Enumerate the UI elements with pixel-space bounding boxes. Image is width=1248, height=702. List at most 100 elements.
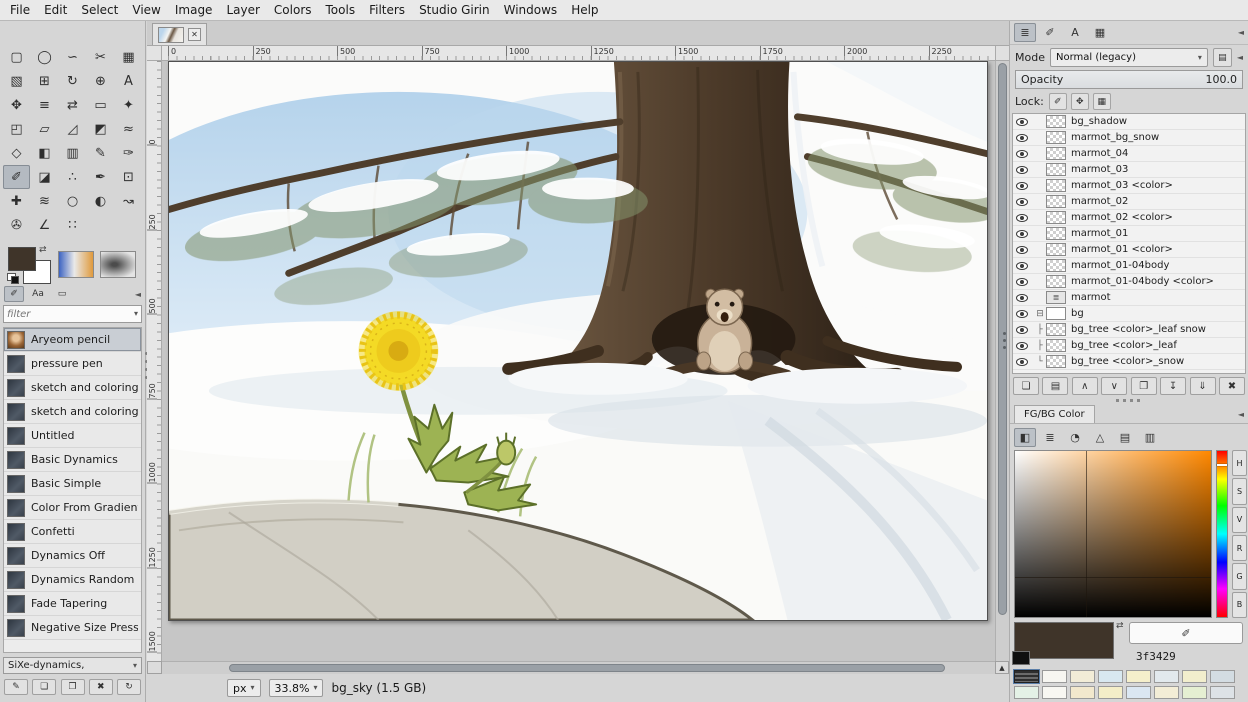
layer-row[interactable]: marmot_bg_snow (1013, 130, 1245, 146)
tool-button[interactable]: ≋ (31, 189, 58, 213)
visibility-toggle-icon[interactable] (1016, 150, 1028, 158)
tool-button[interactable]: ✑ (115, 141, 142, 165)
dock-tab[interactable]: ≣ (1014, 23, 1036, 42)
menu-item[interactable]: Filters (362, 0, 412, 20)
hex-color-input[interactable]: 3f3429 (1136, 650, 1176, 663)
chevron-down-icon[interactable]: ▾ (134, 310, 138, 318)
layer-thumbnail[interactable] (1046, 195, 1066, 208)
lock-button[interactable]: ✐ (1049, 93, 1067, 110)
menu-item[interactable]: Image (168, 0, 220, 20)
layer-row[interactable]: marmot_03 (1013, 162, 1245, 178)
layer-action-button[interactable]: ✖ (1219, 377, 1245, 395)
dynamics-action-button[interactable]: ✖ (89, 679, 113, 695)
channel-button[interactable]: B (1232, 592, 1247, 618)
tool-button[interactable]: ◩ (87, 117, 114, 141)
layer-thumbnail[interactable] (1046, 115, 1066, 128)
visibility-toggle-icon[interactable] (1016, 198, 1028, 206)
palette-swatch[interactable] (1070, 670, 1095, 683)
swap-colors-icon[interactable]: ⇄ (1116, 621, 1124, 631)
layer-thumbnail[interactable] (1046, 275, 1066, 288)
color-selector-tab[interactable]: ▥ (1139, 428, 1161, 447)
zoom-select[interactable]: 33.8% ▾ (269, 679, 324, 697)
tool-button[interactable]: ◪ (31, 165, 58, 189)
layer-tree-prefix[interactable]: └ (1034, 357, 1046, 367)
layer-row[interactable]: ├ bg_tree <color>_leaf snow (1013, 322, 1245, 338)
layer-row[interactable]: marmot_04 (1013, 146, 1245, 162)
layer-row[interactable]: ├ bg_tree <color>_leaf (1013, 338, 1245, 354)
color-selector-tab[interactable]: ≣ (1039, 428, 1061, 447)
palette-swatch[interactable] (1014, 670, 1039, 683)
tool-button[interactable]: ≡ (31, 93, 58, 117)
dock-tab[interactable]: ▭ (52, 286, 72, 302)
tool-button[interactable]: ▥ (59, 141, 86, 165)
dock-tab[interactable]: Aa (28, 286, 48, 302)
channel-button[interactable]: S (1232, 478, 1247, 504)
layer-action-button[interactable]: ↧ (1160, 377, 1186, 395)
filter-input[interactable] (7, 309, 134, 320)
layer-action-button[interactable]: ▤ (1042, 377, 1068, 395)
vertical-scrollbar-thumb[interactable] (998, 63, 1007, 615)
tool-button[interactable]: ∴ (59, 165, 86, 189)
quick-mask-toggle[interactable] (147, 661, 162, 674)
layer-action-button[interactable]: ∨ (1101, 377, 1127, 395)
horizontal-ruler[interactable]: 02505007501000125015001750200022502500 (162, 46, 1009, 61)
dynamics-list-item[interactable]: Untitled (4, 424, 141, 448)
palette-swatch[interactable] (1070, 686, 1095, 699)
secondary-color-swatch[interactable] (1012, 651, 1030, 665)
visibility-toggle-icon[interactable] (1016, 214, 1028, 222)
layer-row[interactable]: marmot_02 <color> (1013, 210, 1245, 226)
canvas-artwork[interactable] (168, 61, 988, 621)
tool-button[interactable]: ∽ (59, 45, 86, 69)
menu-item[interactable]: View (125, 0, 167, 20)
layer-thumbnail[interactable] (1046, 307, 1066, 320)
color-selector-tab[interactable]: △ (1089, 428, 1111, 447)
image-tab[interactable]: ✕ (152, 23, 207, 45)
tool-button[interactable]: ↝ (115, 189, 142, 213)
horizontal-scrollbar[interactable] (162, 661, 995, 674)
menu-item[interactable]: Edit (37, 0, 74, 20)
layer-tree-prefix[interactable]: ├ (1034, 341, 1046, 351)
color-selector-tab[interactable]: ▤ (1114, 428, 1136, 447)
dynamics-list-item[interactable]: sketch and coloring copy (4, 400, 141, 424)
layer-thumbnail[interactable] (1046, 323, 1066, 336)
layer-row[interactable]: └ bg_tree <color>_snow (1013, 354, 1245, 370)
mode-switch-icon[interactable]: ◄ (1237, 53, 1243, 62)
layer-row[interactable]: bg_shadow (1013, 114, 1245, 130)
tool-button[interactable]: ○ (59, 189, 86, 213)
unit-select[interactable]: px ▾ (227, 679, 261, 697)
layer-tree-prefix[interactable]: ├ (1034, 325, 1046, 335)
menu-item[interactable]: Tools (319, 0, 363, 20)
layer-action-button[interactable]: ❐ (1131, 377, 1157, 395)
swap-colors-icon[interactable]: ⇄ (39, 245, 47, 255)
visibility-toggle-icon[interactable] (1016, 310, 1028, 318)
fgbg-color-tab[interactable]: FG/BG Color (1014, 405, 1095, 423)
menu-item[interactable]: Select (74, 0, 125, 20)
dynamics-list-item[interactable]: Color From Gradient (4, 496, 141, 520)
palette-swatch[interactable] (1210, 686, 1235, 699)
layer-row[interactable]: ⊟ bg (1013, 306, 1245, 322)
visibility-toggle-icon[interactable] (1016, 182, 1028, 190)
tool-button[interactable]: ⊕ (87, 69, 114, 93)
tool-button[interactable]: ∠ (31, 213, 58, 237)
layer-row[interactable]: marmot_01-04body <color> (1013, 274, 1245, 290)
channel-button[interactable]: V (1232, 507, 1247, 533)
dynamics-list-item[interactable]: Aryeom pencil (4, 328, 141, 352)
dock-resize-handle[interactable] (1116, 399, 1142, 402)
foreground-color-swatch[interactable] (8, 247, 36, 271)
layer-action-button[interactable]: ⇓ (1190, 377, 1216, 395)
lock-button[interactable]: ✥ (1071, 93, 1089, 110)
dynamics-list-item[interactable]: Confetti (4, 520, 141, 544)
palette-swatch[interactable] (1014, 686, 1039, 699)
layer-row[interactable]: marmot_01 (1013, 226, 1245, 242)
tool-button[interactable]: ✐ (3, 165, 30, 189)
visibility-toggle-icon[interactable] (1016, 134, 1028, 142)
menu-item[interactable]: Windows (497, 0, 565, 20)
dynamics-tag-combo[interactable]: SiXe-dynamics, ▾ (3, 657, 142, 674)
layer-thumbnail[interactable] (1046, 147, 1066, 160)
layer-thumbnail[interactable] (1046, 259, 1066, 272)
palette-swatch[interactable] (1098, 686, 1123, 699)
dynamics-list-item[interactable]: Basic Dynamics (4, 448, 141, 472)
palette-swatch[interactable] (1154, 686, 1179, 699)
layer-row[interactable]: marmot_02 (1013, 194, 1245, 210)
dynamics-action-button[interactable]: ↻ (117, 679, 141, 695)
